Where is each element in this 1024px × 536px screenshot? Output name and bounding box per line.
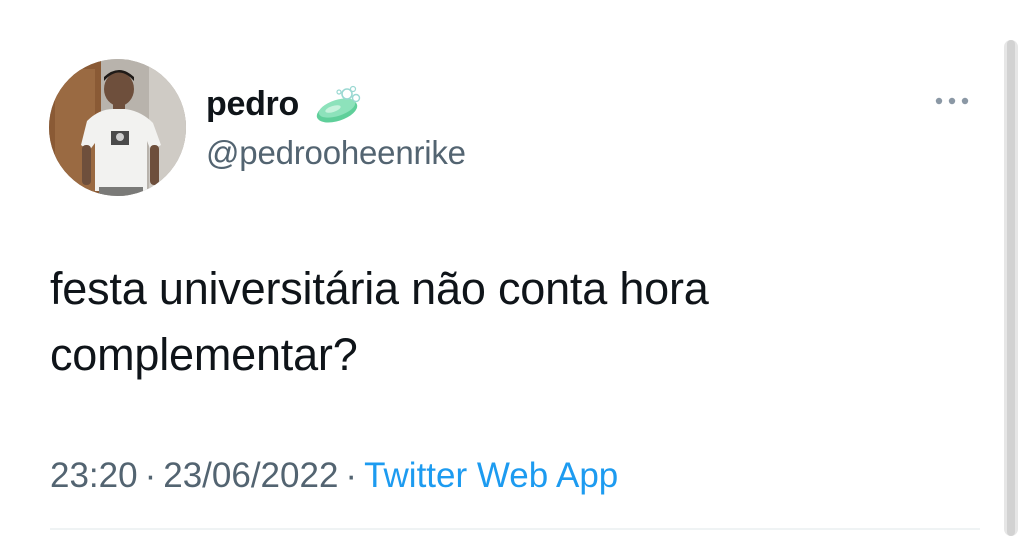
tweet-date[interactable]: 23/06/2022 — [163, 456, 338, 495]
more-options-button[interactable] — [932, 88, 972, 114]
avatar[interactable] — [49, 59, 186, 196]
tweet-source-link[interactable]: Twitter Web App — [364, 456, 618, 495]
scrollbar-thumb[interactable] — [1007, 40, 1015, 536]
tweet-metadata: 23:20 · 23/06/2022 · Twitter Web App — [50, 456, 618, 496]
ellipsis-icon — [935, 97, 969, 105]
author-handle[interactable]: @pedrooheenrike — [206, 134, 466, 172]
author-name-row: pedro — [206, 84, 365, 124]
divider — [50, 528, 980, 530]
tweet-time[interactable]: 23:20 — [50, 456, 138, 495]
scrollbar[interactable] — [1004, 40, 1018, 536]
separator-dot: · — [144, 456, 157, 495]
tweet-card: pedro @pedrooheenrike festa universitári… — [0, 0, 1024, 536]
separator-dot: · — [345, 456, 358, 495]
avatar-photo — [49, 59, 186, 196]
author-display-name[interactable]: pedro — [206, 85, 299, 124]
soap-icon — [309, 84, 365, 124]
tweet-text: festa universitária não conta hora compl… — [50, 263, 709, 380]
